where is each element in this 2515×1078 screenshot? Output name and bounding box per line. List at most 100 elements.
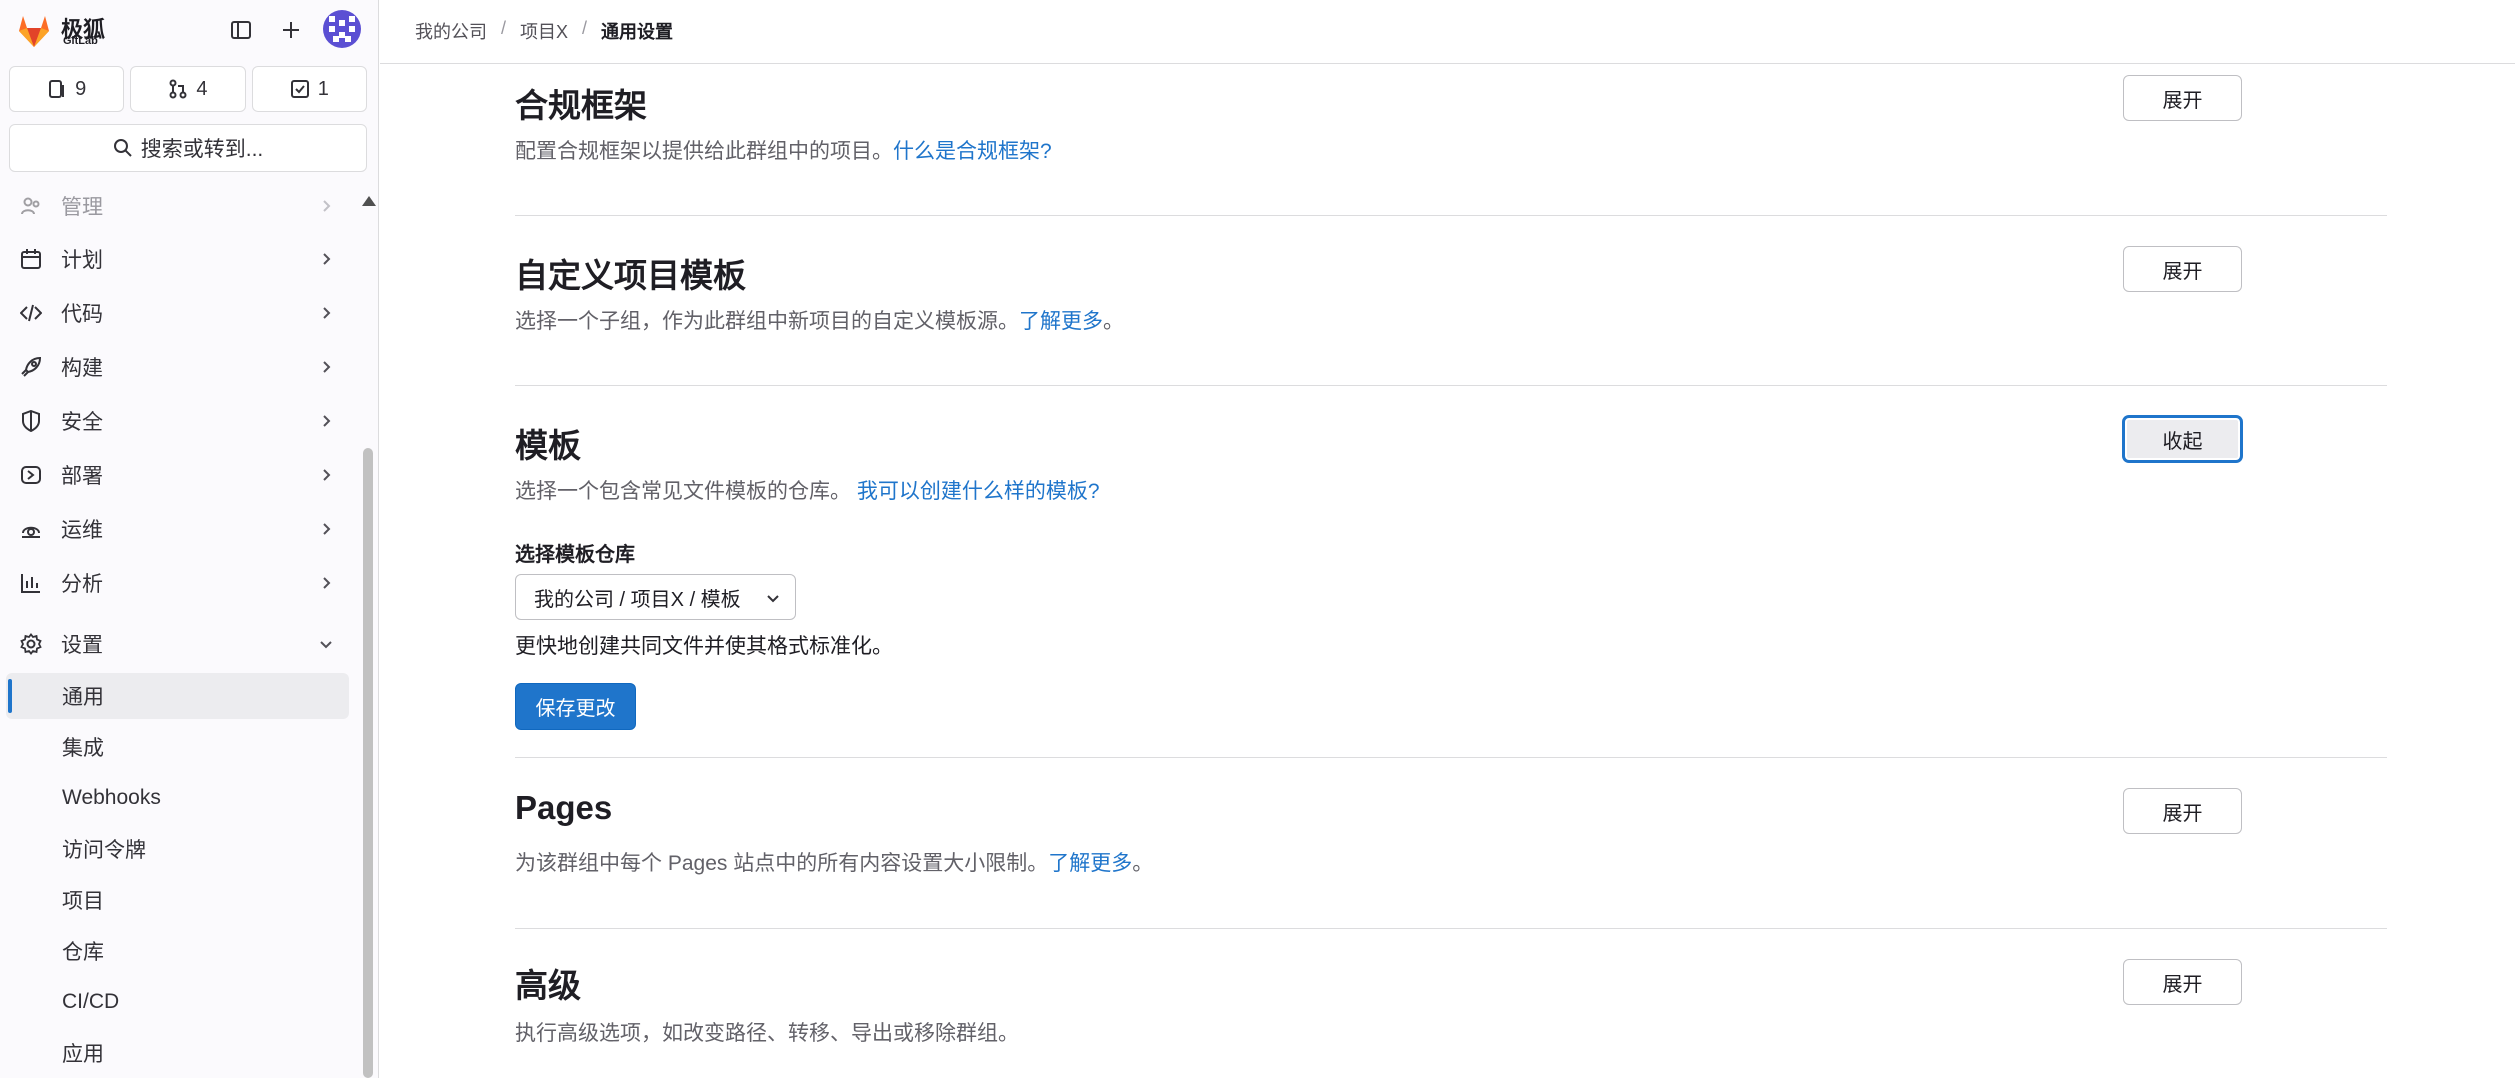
chevron-right-icon bbox=[323, 361, 331, 373]
section-description: 执行高级选项，如改变路径、转移、导出或移除群组。 bbox=[515, 1022, 1019, 1045]
todos-count: 1 bbox=[317, 77, 329, 100]
issues-count: 9 bbox=[75, 77, 87, 100]
sidebar-item-manage[interactable]: 管理 bbox=[0, 183, 350, 229]
section-description-text: 选择一个子组，作为此群组中新项目的自定义模板源。 bbox=[515, 310, 1019, 333]
chevron-right-icon bbox=[323, 415, 331, 427]
sidebar-subitem-label: 应用 bbox=[62, 1043, 104, 1066]
sidebar-item-analyze[interactable]: 分析 bbox=[0, 558, 350, 608]
learn-more-link[interactable]: 了解更多 bbox=[1019, 310, 1103, 333]
collapse-button[interactable]: 收起 bbox=[2123, 416, 2242, 462]
section-compliance-frameworks: 合规框架 配置合规框架以提供给此群组中的项目。什么是合规框架? bbox=[515, 65, 2387, 215]
section-description-suffix: 。 bbox=[1132, 852, 1154, 875]
scroll-up-arrow-icon[interactable] bbox=[362, 196, 376, 206]
expand-button[interactable]: 展开 bbox=[2123, 959, 2242, 1005]
sidebar-item-label: 计划 bbox=[61, 249, 103, 272]
sidebar-subitem-label: 项目 bbox=[62, 890, 104, 913]
merge-requests-count: 4 bbox=[196, 77, 208, 100]
sidebar-subitem-repository[interactable]: 仓库 bbox=[6, 928, 349, 974]
section-pages: Pages 为该群组中每个 Pages 站点中的所有内容设置大小限制。了解更多。 bbox=[515, 775, 2387, 925]
issues-counter[interactable]: 9 bbox=[9, 66, 125, 112]
template-help-text: 更快地创建共同文件并使其格式标准化。 bbox=[515, 635, 893, 658]
breadcrumb-item-current[interactable]: 通用设置 bbox=[601, 18, 673, 44]
sidebar-item-label: 安全 bbox=[61, 411, 103, 434]
plus-icon[interactable] bbox=[274, 13, 308, 47]
save-changes-button[interactable]: 保存更改 bbox=[515, 683, 636, 730]
sidebar-subitem-label: 仓库 bbox=[62, 941, 104, 964]
sidebar-item-label: 代码 bbox=[61, 303, 103, 326]
section-divider bbox=[515, 757, 2387, 758]
sidebar-item-code[interactable]: 代码 bbox=[0, 288, 350, 338]
breadcrumb-separator: / bbox=[501, 18, 507, 38]
sidebar-top-bar: 极狐 GitLab bbox=[0, 0, 378, 60]
sidebar-item-plan[interactable]: 计划 bbox=[0, 234, 350, 284]
calendar-icon bbox=[18, 246, 44, 272]
breadcrumb: 我的公司 / 项目X / 通用设置 bbox=[415, 18, 673, 44]
expand-button[interactable]: 展开 bbox=[2123, 246, 2242, 292]
sidebar-subitem-label: 集成 bbox=[62, 737, 104, 760]
section-title: 高级 bbox=[515, 967, 581, 1004]
section-description: 为该群组中每个 Pages 站点中的所有内容设置大小限制。了解更多。 bbox=[515, 847, 1153, 877]
sidebar-subitem-projects[interactable]: 项目 bbox=[6, 877, 349, 923]
sidebar-item-settings[interactable]: 设置 bbox=[0, 619, 350, 669]
chevron-down-icon bbox=[320, 641, 332, 649]
users-icon bbox=[18, 193, 44, 219]
gitlab-logo-icon[interactable] bbox=[14, 10, 54, 50]
chevron-right-icon bbox=[323, 577, 331, 589]
learn-more-link[interactable]: 了解更多 bbox=[1048, 852, 1132, 875]
merge-request-icon bbox=[169, 79, 187, 99]
sidebar-item-deploy[interactable]: 部署 bbox=[0, 450, 350, 500]
section-title: Pages bbox=[515, 789, 613, 826]
avatar[interactable] bbox=[323, 10, 361, 48]
search-icon bbox=[113, 139, 132, 157]
sidebar-toggle-icon[interactable] bbox=[224, 13, 258, 47]
todos-counter[interactable]: 1 bbox=[251, 66, 367, 112]
section-description-text: 配置合规框架以提供给此群组中的项目。 bbox=[515, 140, 893, 163]
sidebar-item-label: 设置 bbox=[61, 634, 103, 657]
section-title: 合规框架 bbox=[515, 87, 647, 124]
sidebar-subitem-applications[interactable]: 应用 bbox=[6, 1030, 349, 1076]
code-icon bbox=[18, 300, 44, 326]
section-custom-project-templates: 自定义项目模板 选择一个子组，作为此群组中新项目的自定义模板源。了解更多。 bbox=[515, 235, 2387, 385]
chevron-right-icon bbox=[323, 253, 331, 265]
section-divider bbox=[515, 385, 2387, 386]
sidebar-subitem-webhooks[interactable]: Webhooks bbox=[6, 775, 349, 821]
template-repo-select[interactable]: 我的公司 / 项目X / 模板 bbox=[515, 574, 796, 620]
chevron-down-icon bbox=[767, 595, 779, 603]
merge-requests-counter[interactable]: 4 bbox=[130, 66, 246, 112]
search-button[interactable]: 搜索或转到... bbox=[9, 124, 367, 172]
chevron-right-icon bbox=[323, 469, 331, 481]
section-title: 模板 bbox=[515, 427, 581, 464]
sidebar-subitem-access-tokens[interactable]: 访问令牌 bbox=[6, 826, 349, 872]
sidebar-item-operate[interactable]: 运维 bbox=[0, 504, 350, 554]
template-help-link[interactable]: 我可以创建什么样的模板? bbox=[857, 480, 1100, 503]
scrollbar-thumb[interactable] bbox=[363, 448, 373, 1078]
breadcrumb-separator: / bbox=[582, 18, 588, 38]
monitor-icon bbox=[18, 516, 44, 542]
section-description: 选择一个包含常见文件模板的仓库。 我可以创建什么样的模板? bbox=[515, 475, 1100, 505]
breadcrumb-item-project[interactable]: 项目X bbox=[520, 18, 568, 44]
expand-button[interactable]: 展开 bbox=[2123, 788, 2242, 834]
section-description-text: 选择一个包含常见文件模板的仓库。 bbox=[515, 480, 851, 503]
shield-icon bbox=[18, 408, 44, 434]
sidebar-item-security[interactable]: 安全 bbox=[0, 396, 350, 446]
sidebar-subitem-integrations[interactable]: 集成 bbox=[6, 724, 349, 770]
search-label: 搜索或转到... bbox=[140, 138, 264, 161]
chevron-right-icon bbox=[323, 307, 331, 319]
rocket-icon bbox=[18, 354, 44, 380]
section-divider bbox=[515, 215, 2387, 216]
sidebar-subitem-label: 通用 bbox=[62, 686, 104, 709]
breadcrumb-item-company[interactable]: 我的公司 bbox=[415, 18, 487, 44]
sidebar-item-build[interactable]: 构建 bbox=[0, 342, 350, 392]
sidebar-subitem-cicd[interactable]: CI/CD bbox=[6, 979, 349, 1025]
settings-icon bbox=[18, 631, 44, 657]
sidebar-scrollbar[interactable] bbox=[361, 188, 376, 1078]
expand-button[interactable]: 展开 bbox=[2123, 75, 2242, 121]
chevron-right-icon bbox=[323, 200, 331, 212]
chevron-right-icon bbox=[323, 523, 331, 535]
learn-more-link[interactable]: 什么是合规框架? bbox=[893, 140, 1052, 163]
sidebar-subitem-general[interactable]: 通用 bbox=[6, 673, 349, 719]
section-templates: 模板 选择一个包含常见文件模板的仓库。 我可以创建什么样的模板? 选择模板仓库 … bbox=[515, 405, 2387, 755]
sidebar-item-label: 管理 bbox=[61, 196, 103, 219]
brand-sub: GitLab bbox=[63, 35, 98, 47]
sidebar-subitem-label: 访问令牌 bbox=[62, 839, 146, 862]
